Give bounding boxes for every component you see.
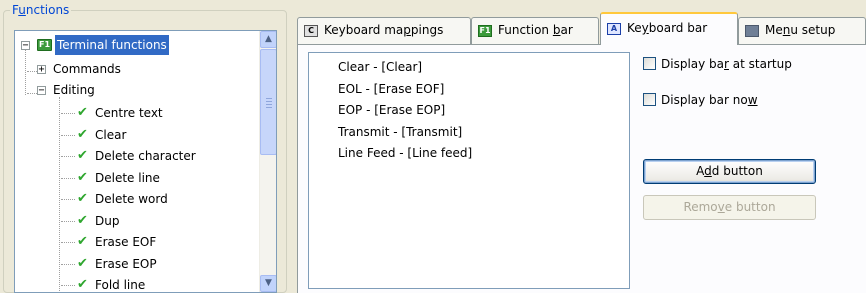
scroll-up-icon[interactable]: ▲ [260,31,276,48]
keyboard-mappings-icon: C [304,24,318,37]
keyboard-bar-panel: Clear - [Clear] EOL - [Erase EOF] EOP - [E… [297,44,866,293]
tree-node-label: Clear [95,127,127,142]
tree-node-label: Delete word [95,192,168,206]
remove-button[interactable]: Remove button [643,195,816,220]
list-item[interactable]: Transmit - [Transmit] [338,123,462,141]
tab-function-bar[interactable]: F1 Function bar [471,17,599,44]
functions-tree[interactable]: − F1 Terminal functions + Commands − Edi… [14,30,277,293]
tree-node-label: Delete line [95,170,160,185]
checkmark-icon: ✔ [77,234,88,249]
function-key-icon: F1 [37,39,52,51]
tree-node-label: Fold line [95,278,146,292]
add-button[interactable]: Add button [643,159,816,184]
scroll-down-icon[interactable]: ▼ [260,275,276,292]
list-item[interactable]: Clear - [Clear] [338,58,422,76]
collapse-toggle-icon[interactable]: − [37,86,46,96]
tree-node-label: Editing [53,83,95,97]
scroll-thumb[interactable] [260,49,276,155]
menu-setup-icon [745,24,759,37]
checkbox-label: Display bar now [661,93,758,107]
tree-node-label: Centre text [95,106,163,120]
tree-vertical-scrollbar[interactable]: ▲ ▼ [259,31,276,292]
checkmark-icon: ✔ [77,169,88,185]
checkmark-icon: ✔ [77,255,88,271]
checkmark-icon: ✔ [77,105,88,120]
list-item[interactable]: EOP - [Erase EOP] [338,101,445,119]
keyboard-bar-button-list[interactable]: Clear - [Clear] EOL - [Erase EOF] EOP - [E… [308,52,630,289]
checkbox-box[interactable] [643,57,656,70]
list-item[interactable]: EOL - [Erase EOF] [338,80,444,98]
tab-keyboard-mappings[interactable]: C Keyboard mappings [297,17,471,44]
tree-node-label: Commands [53,62,121,76]
tree-node-label: Erase EOF [95,235,157,249]
tree-node-label: Terminal functions [55,35,169,55]
checkbox-label: Display bar at startup [661,57,792,71]
tab-menu-setup[interactable]: Menu setup [738,17,866,44]
tree-node-label: Erase EOP [95,256,157,271]
collapse-toggle-icon[interactable]: − [21,41,30,51]
settings-tabs: C Keyboard mappings F1 Function bar A Keybo… [297,8,866,45]
checkbox-box[interactable] [643,93,656,106]
tree-node-label: Delete character [95,149,196,163]
expand-toggle-icon[interactable]: + [37,65,46,75]
checkmark-icon: ✔ [77,126,88,142]
checkmark-icon: ✔ [77,148,88,163]
function-bar-icon: F1 [478,24,492,37]
checkmark-icon: ✔ [77,277,88,292]
checkmark-icon: ✔ [77,212,88,228]
tree-node-label: Dup [95,213,120,228]
checkmark-icon: ✔ [77,191,88,206]
list-item[interactable]: Line Feed - [Line feed] [338,144,472,162]
functions-group-title: Functions [10,3,72,17]
keyboard-bar-icon: A [607,22,621,35]
tab-keyboard-bar[interactable]: A Keyboard bar [600,12,738,45]
